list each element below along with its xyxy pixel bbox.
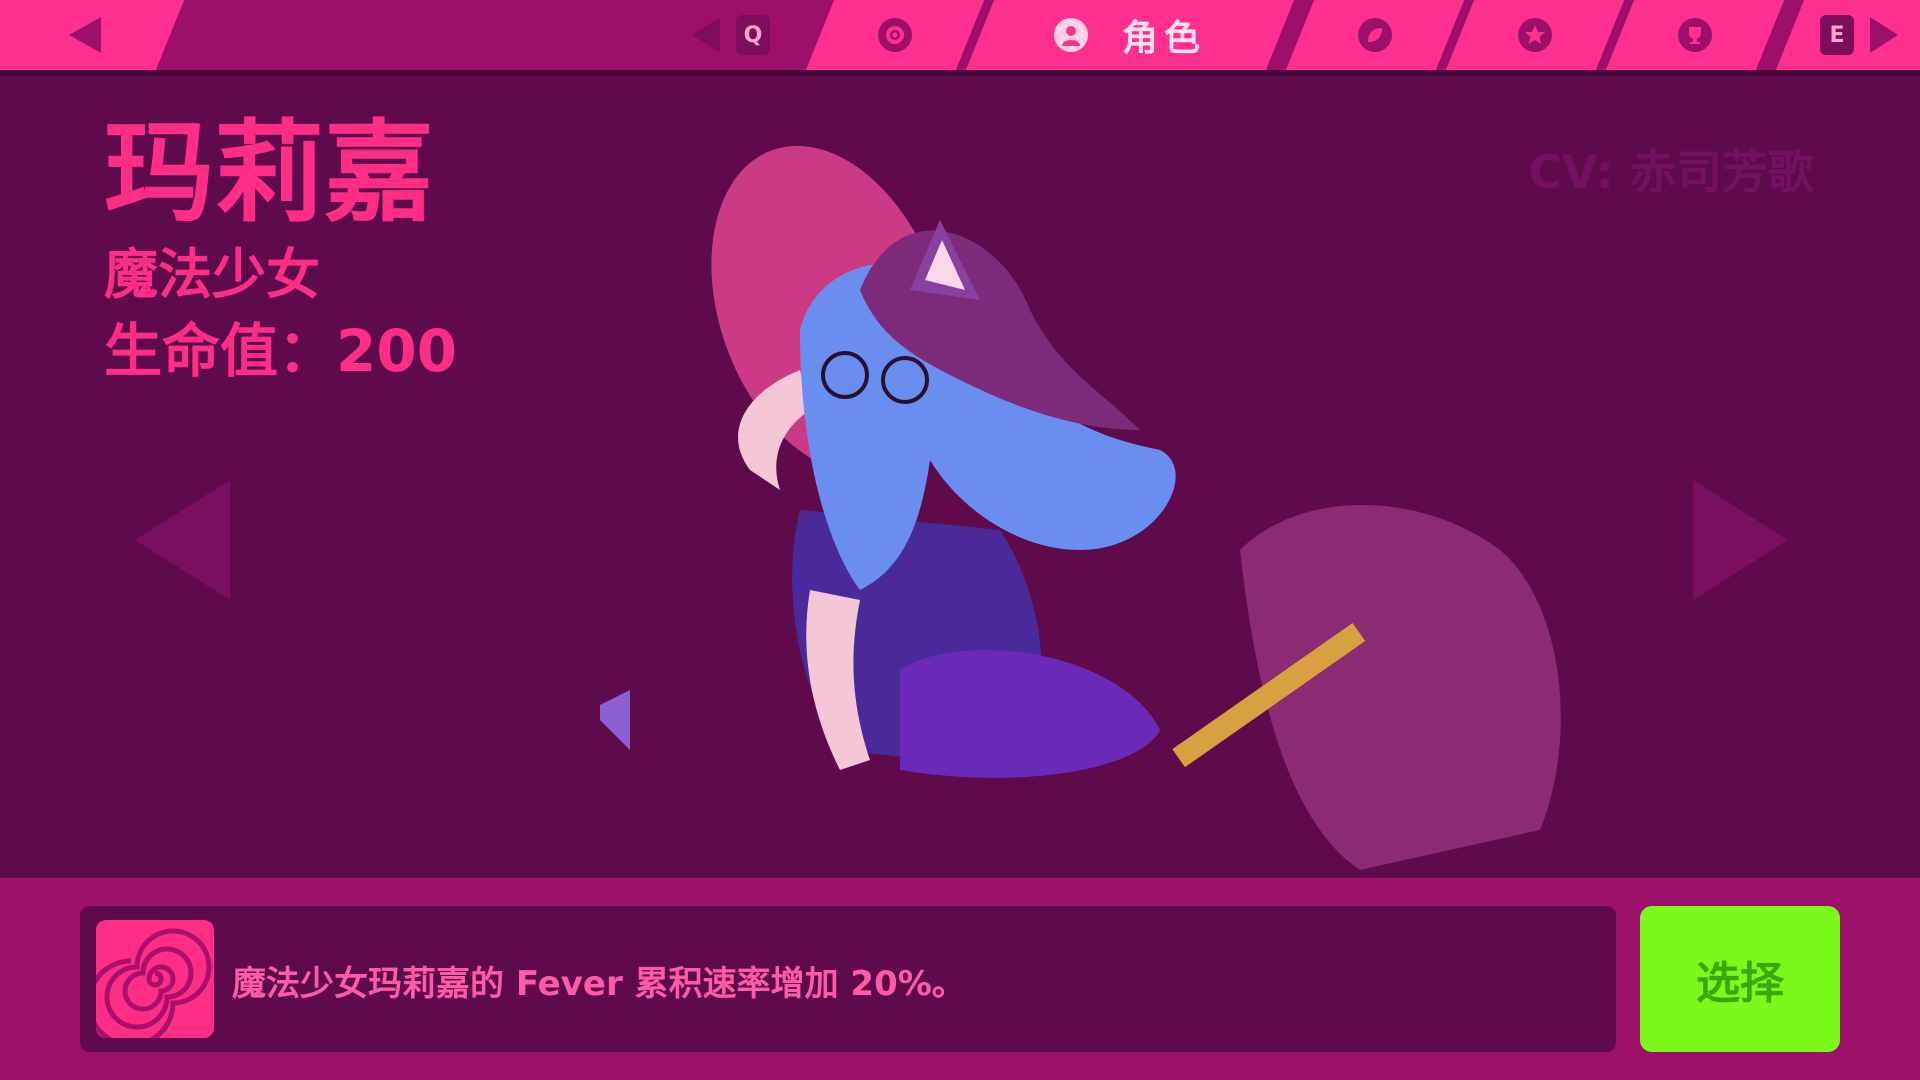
next-character-arrow-icon[interactable] <box>1688 480 1788 600</box>
previous-character-arrow-icon[interactable] <box>135 480 235 600</box>
next-tab-hint[interactable]: E <box>1775 0 1920 70</box>
character-hp: 生命值：200 <box>104 317 458 385</box>
select-character-button[interactable]: 选择 <box>1640 906 1840 1052</box>
back-button[interactable] <box>0 0 185 70</box>
back-arrow-icon <box>69 17 101 53</box>
prev-tab-arrow-icon <box>692 17 720 53</box>
tab-settings[interactable] <box>805 0 985 70</box>
key-hint-e: E <box>1820 15 1854 55</box>
next-tab-arrow-icon <box>1870 17 1898 53</box>
character-title: 魔法少女 <box>104 243 320 306</box>
skill-description-box: 魔法少女玛莉嘉的 Fever 累积速率增加 20%。 <box>80 906 1616 1052</box>
spiral-icon <box>96 920 214 1038</box>
user-icon <box>1053 18 1088 52</box>
tab-character-label: 角色 <box>1121 18 1206 59</box>
tab-elfin[interactable] <box>1285 0 1465 70</box>
star-icon <box>1518 18 1552 52</box>
key-hint-q: Q <box>736 15 770 55</box>
tab-trophies[interactable] <box>1605 0 1785 70</box>
prev-tab-hint[interactable]: Q <box>660 0 800 70</box>
trophy-icon <box>1678 18 1712 52</box>
tab-character[interactable]: 角色 <box>965 0 1295 70</box>
character-name: 玛莉嘉 <box>104 109 434 237</box>
leaf-icon <box>1358 18 1392 52</box>
tab-achievements[interactable] <box>1445 0 1625 70</box>
top-nav-bar: Q 角色 E <box>0 0 1920 70</box>
top-nav-shadow <box>0 70 1920 76</box>
bottom-panel: 魔法少女玛莉嘉的 Fever 累积速率增加 20%。 选择 <box>0 878 1920 1080</box>
gear-icon <box>878 18 912 52</box>
skill-description-text: 魔法少女玛莉嘉的 Fever 累积速率增加 20%。 <box>232 964 966 1004</box>
character-artwork <box>600 145 1561 870</box>
